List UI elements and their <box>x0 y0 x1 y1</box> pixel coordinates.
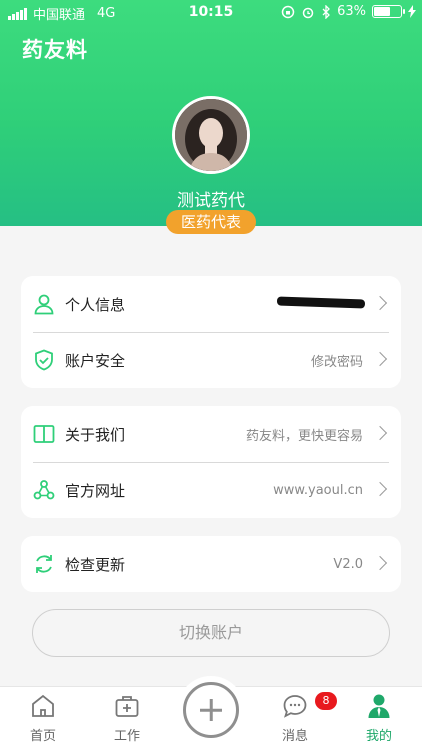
menu-item-value: www.yaoul.cn <box>273 482 363 498</box>
chevron-right-icon <box>372 481 388 497</box>
status-bar: 中国联通 4G 10:15 63% <box>0 0 422 24</box>
account-card: 个人信息 账户安全 修改密码 <box>21 276 401 388</box>
tab-mine[interactable]: 我的 <box>349 693 409 744</box>
home-icon <box>32 694 54 717</box>
chat-bubble-icon <box>283 695 307 718</box>
menu-item-check-update[interactable]: 检查更新 V2.0 <box>21 536 401 592</box>
redacted-value <box>276 296 366 309</box>
tab-label: 首页 <box>29 729 56 744</box>
message-count-badge: 8 <box>315 692 337 710</box>
alarm-icon <box>302 7 314 18</box>
tab-label: 工作 <box>113 729 140 744</box>
tab-home[interactable]: 首页 <box>13 693 73 744</box>
avatar[interactable] <box>172 96 250 174</box>
lock-rotation-icon <box>281 5 295 18</box>
book-icon <box>33 425 55 443</box>
about-card: 关于我们 药友料，更快更容易 官方网址 www.yaoul.cn <box>21 406 401 518</box>
share-nodes-icon <box>33 480 55 500</box>
chevron-right-icon <box>372 425 388 441</box>
menu-item-account-security[interactable]: 账户安全 修改密码 <box>21 332 401 388</box>
menu-item-label: 个人信息 <box>65 295 126 314</box>
status-right: 63% <box>281 4 416 19</box>
menu-item-value: 药友料，更快更容易 <box>245 428 363 444</box>
menu-item-about-us[interactable]: 关于我们 药友料，更快更容易 <box>21 406 401 462</box>
bluetooth-icon <box>322 4 331 19</box>
user-name: 测试药代 <box>177 191 245 211</box>
chevron-right-icon <box>372 351 388 367</box>
tab-label: 我的 <box>365 729 392 744</box>
menu-item-label: 账户安全 <box>65 351 126 370</box>
app-brand-title: 药友料 <box>22 38 88 62</box>
chevron-right-icon <box>372 295 388 311</box>
tab-label: 消息 <box>281 729 308 744</box>
refresh-icon <box>36 555 52 573</box>
tab-work[interactable]: 工作 <box>97 693 157 744</box>
role-badge: 医药代表 <box>166 210 256 234</box>
user-icon <box>368 694 390 718</box>
menu-item-label: 关于我们 <box>65 425 126 444</box>
update-card: 检查更新 V2.0 <box>21 536 401 592</box>
menu-item-label: 检查更新 <box>65 555 126 574</box>
profile-header: 中国联通 4G 10:15 63% 药友料 测试药代 <box>0 0 422 226</box>
chevron-right-icon <box>372 555 388 571</box>
menu-item-label: 官方网址 <box>65 481 126 500</box>
charging-icon <box>408 5 416 18</box>
shield-check-icon <box>35 349 53 371</box>
menu-item-value: V2.0 <box>333 556 363 572</box>
switch-account-button[interactable]: 切换账户 <box>32 609 390 657</box>
battery-icon <box>372 5 405 18</box>
avatar-portrait-icon <box>175 99 247 171</box>
menu-item-website[interactable]: 官方网址 www.yaoul.cn <box>21 462 401 518</box>
menu-item-value: 修改密码 <box>310 354 363 370</box>
briefcase-plus-icon <box>115 696 139 717</box>
person-icon <box>34 294 54 315</box>
battery-percent: 63% <box>337 4 366 19</box>
add-button[interactable] <box>183 682 239 738</box>
menu-item-personal-info[interactable]: 个人信息 <box>21 276 401 332</box>
